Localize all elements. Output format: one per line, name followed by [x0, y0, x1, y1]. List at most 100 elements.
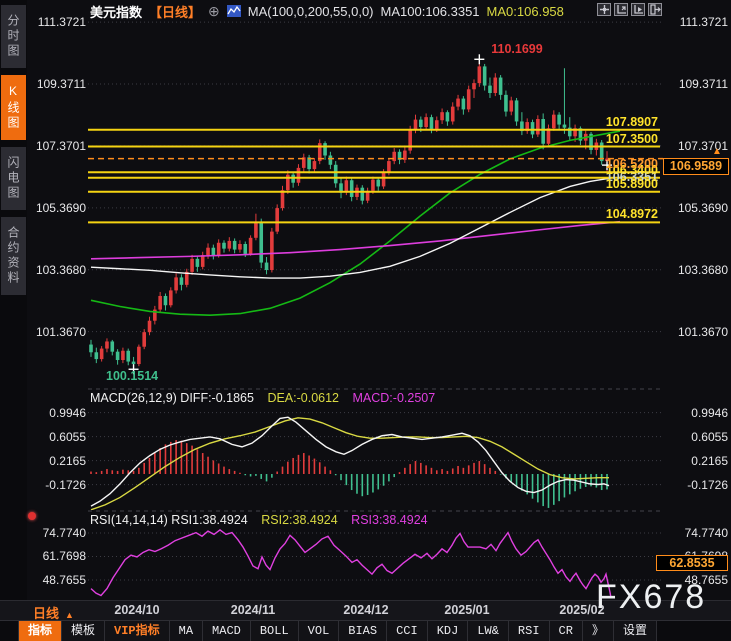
- tab-LW&[interactable]: LW&: [468, 621, 509, 641]
- watermark-logo: FX678: [596, 578, 706, 617]
- rsi-axis-label-left: 61.7698: [28, 548, 86, 564]
- add-indicator-icon[interactable]: ⊕: [208, 3, 220, 20]
- sidebar-item-分时图[interactable]: 分时图: [1, 5, 26, 68]
- level-label-105.8900: 105.8900: [556, 177, 658, 192]
- ma0-value-label: MA0:106.958: [487, 4, 564, 19]
- candle-body: [467, 89, 471, 109]
- candle-body: [265, 263, 269, 270]
- chart-canvas[interactable]: [0, 0, 731, 600]
- panel-resize-icon[interactable]: [28, 512, 36, 520]
- sidebar-item-K线图[interactable]: K线图: [1, 75, 26, 140]
- rsi-header: RSI(14,14,14) RSI1:38.4924 RSI2:38.4924 …: [90, 513, 428, 527]
- candle-body: [233, 241, 237, 250]
- price-axis-label-right: 109.3711: [664, 76, 728, 92]
- crosshair-icon[interactable]: [597, 3, 611, 16]
- candle-body: [158, 296, 162, 310]
- candle-body: [419, 120, 423, 127]
- level-label-104.8972: 104.8972: [556, 207, 658, 222]
- macd-axis-label-left: 0.2165: [28, 453, 86, 469]
- candle-body: [499, 78, 503, 95]
- candle-body: [228, 241, 232, 249]
- macd-dea-line: [91, 418, 609, 510]
- tab-BOLL[interactable]: BOLL: [251, 621, 299, 641]
- tab-RSI[interactable]: RSI: [509, 621, 550, 641]
- candle-body: [440, 112, 444, 120]
- candle-body: [424, 117, 428, 127]
- month-label-2024/11: 2024/11: [213, 603, 293, 617]
- price-axis-label-right: 101.3670: [664, 324, 728, 340]
- chart-header: 美元指数 【日线】 ⊕ MA(100,0,200,55,0,0) MA100:1…: [90, 2, 564, 20]
- axis-play-icon[interactable]: [631, 3, 645, 16]
- candle-body: [222, 243, 226, 249]
- ma-chart-icon: [227, 5, 241, 17]
- candle-body: [493, 78, 497, 93]
- price-arrow-icon[interactable]: ▲: [712, 146, 722, 157]
- candle-body: [313, 161, 317, 169]
- sidebar-item-闪电图[interactable]: 闪电图: [1, 147, 26, 210]
- tab-MACD[interactable]: MACD: [203, 621, 251, 641]
- candle-body: [95, 352, 99, 359]
- price-axis-label-left: 111.3721: [28, 14, 86, 30]
- candle-body: [387, 161, 391, 172]
- tab-设置[interactable]: 设置: [614, 621, 657, 641]
- tab-MA[interactable]: MA: [170, 621, 203, 641]
- candle-body: [126, 351, 130, 362]
- candle-body: [275, 208, 279, 232]
- period-tag: 【日线】: [149, 2, 201, 21]
- symbol-title: 美元指数: [90, 2, 142, 21]
- candle-body: [281, 190, 285, 208]
- candle-body: [329, 156, 333, 165]
- macd-diff-line: [91, 417, 609, 506]
- tab-KDJ[interactable]: KDJ: [428, 621, 469, 641]
- candle-body: [472, 83, 476, 89]
- triangle-up-icon: ▲: [65, 610, 74, 620]
- sidebar-chart-modes: 分时图 K线图闪电图合约资料: [0, 0, 27, 600]
- tab-指标[interactable]: 指标: [18, 621, 62, 641]
- price-axis-label-left: 107.3701: [28, 138, 86, 154]
- tab-CCI[interactable]: CCI: [387, 621, 428, 641]
- pane-expand-icon[interactable]: [648, 3, 662, 16]
- macd-axis-label-left: 0.9946: [28, 405, 86, 421]
- candle-body: [360, 188, 364, 201]
- candle-body: [217, 243, 221, 255]
- macd-axis-label-left: 0.6055: [28, 429, 86, 445]
- price-axis-label-left: 101.3670: [28, 324, 86, 340]
- tab-VIP指标[interactable]: VIP指标: [105, 621, 170, 641]
- candle-body: [164, 296, 168, 305]
- price-axis-label-left: 103.3680: [28, 262, 86, 278]
- candle-body: [483, 66, 487, 85]
- sidebar-item-合约资料[interactable]: 合约资料: [1, 217, 26, 295]
- high-price-annotation: 110.1699: [462, 42, 572, 56]
- candle-body: [392, 152, 396, 161]
- candle-body: [212, 248, 216, 255]
- level-label-107.3500: 107.3500: [556, 132, 658, 147]
- price-axis-label-left: 109.3711: [28, 76, 86, 92]
- candle-body: [196, 259, 200, 267]
- candle-body: [536, 119, 540, 134]
- tab-模板[interactable]: 模板: [62, 621, 105, 641]
- tab-》[interactable]: 》: [583, 621, 614, 641]
- macd-diff-label: MACD(26,12,9) DIFF:-0.1865: [90, 391, 254, 405]
- candle-body: [148, 321, 152, 332]
- price-axis-label-right: 103.3680: [664, 262, 728, 278]
- tab-BIAS[interactable]: BIAS: [339, 621, 387, 641]
- tab-VOL[interactable]: VOL: [299, 621, 340, 641]
- axis-zoom-icon[interactable]: [614, 3, 628, 16]
- rsi3-label: RSI3:38.4924: [351, 513, 427, 527]
- low-price-annotation: 100.1514: [106, 369, 158, 383]
- ma200-line: [91, 222, 620, 259]
- candle-body: [100, 349, 104, 360]
- macd-macd-label: MACD:-0.2507: [353, 391, 436, 405]
- rsi-axis-label-left: 74.7740: [28, 525, 86, 541]
- month-label-2024/12: 2024/12: [326, 603, 406, 617]
- tab-CR[interactable]: CR: [550, 621, 583, 641]
- last-price-badge: 106.9589: [663, 158, 729, 175]
- rsi2-label: RSI2:38.4924: [261, 513, 337, 527]
- macd-axis-label-right: 0.9946: [664, 405, 728, 421]
- price-axis-label-right: 111.3721: [664, 14, 728, 30]
- candle-body: [180, 277, 184, 284]
- candle-body: [451, 107, 455, 122]
- candle-body: [249, 238, 253, 254]
- candle-body: [456, 99, 460, 107]
- rsi-axis-label-right: 74.7740: [664, 525, 728, 541]
